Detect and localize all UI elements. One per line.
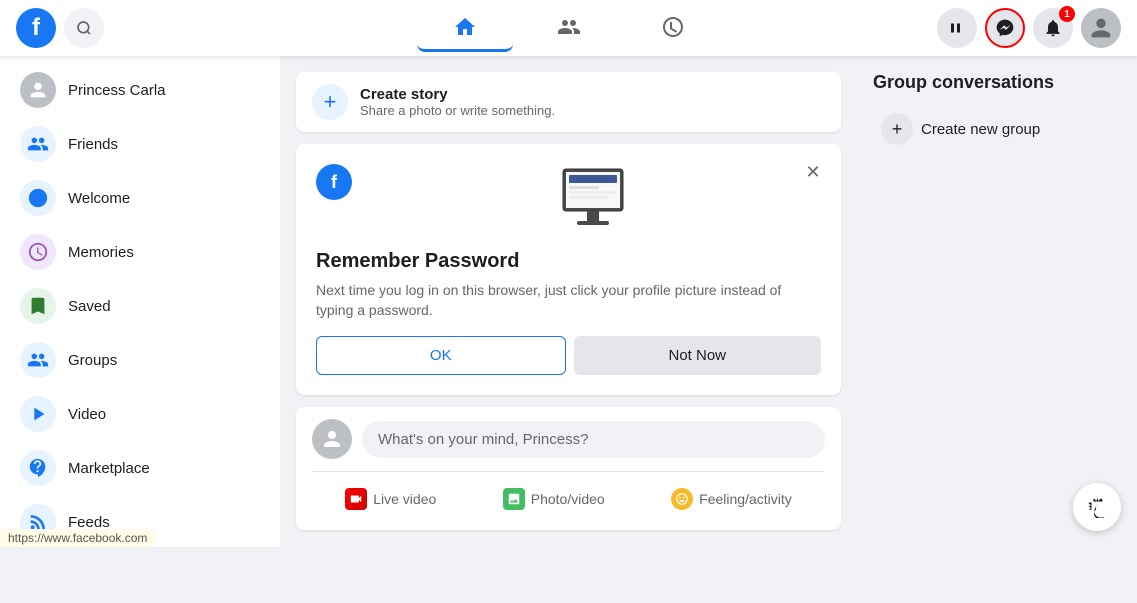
remember-password-buttons: OK Not Now: [316, 336, 821, 375]
video-icon: [20, 396, 56, 432]
feeling-activity-icon: [671, 488, 693, 510]
top-navigation: f 1: [0, 0, 1137, 56]
friends-icon: [20, 126, 56, 162]
pw-header: f: [316, 164, 821, 234]
grid-menu-button[interactable]: [937, 8, 977, 48]
marketplace-icon: [20, 450, 56, 486]
facebook-logo[interactable]: f: [16, 8, 56, 48]
main-layout: Princess Carla Friends Welcome Memories …: [0, 56, 1137, 547]
create-new-group-button[interactable]: + Create new group: [873, 105, 1121, 153]
live-video-button[interactable]: Live video: [333, 480, 448, 518]
sidebar-item-marketplace[interactable]: Marketplace: [8, 442, 272, 494]
group-conversations-title: Group conversations: [873, 72, 1121, 93]
user-avatar-icon: [20, 72, 56, 108]
sidebar-video-label: Video: [68, 406, 106, 423]
post-placeholder: What's on your mind, Princess?: [378, 431, 588, 448]
remember-password-title: Remember Password: [316, 250, 821, 273]
create-story-title: Create story: [360, 86, 555, 103]
live-video-icon: [345, 488, 367, 510]
messenger-button[interactable]: [985, 8, 1025, 48]
photo-video-icon: [503, 488, 525, 510]
sidebar-username: Princess Carla: [68, 82, 166, 99]
nav-tab-friends[interactable]: [521, 4, 617, 52]
live-video-label: Live video: [373, 491, 436, 507]
external-link-bar: https://www.facebook.com: [0, 529, 155, 547]
close-remember-password-button[interactable]: ✕: [797, 156, 829, 188]
create-story-subtitle: Share a photo or write something.: [360, 103, 555, 118]
sidebar-saved-label: Saved: [68, 298, 111, 315]
create-group-label: Create new group: [921, 121, 1040, 138]
feeling-activity-label: Feeling/activity: [699, 491, 792, 507]
nav-right: 1: [841, 8, 1121, 48]
sidebar-welcome-label: Welcome: [68, 190, 130, 207]
nav-left: f: [16, 8, 296, 48]
monitor-illustration: [553, 164, 633, 234]
plus-circle-icon: +: [881, 113, 913, 145]
remember-password-card: ✕ f: [296, 144, 841, 395]
nav-tab-watch[interactable]: [625, 4, 721, 52]
photo-video-label: Photo/video: [531, 491, 605, 507]
sidebar-feeds-label: Feeds: [68, 514, 110, 531]
sidebar: Princess Carla Friends Welcome Memories …: [0, 56, 280, 547]
sidebar-item-saved[interactable]: Saved: [8, 280, 272, 332]
create-story-text: Create story Share a photo or write some…: [360, 86, 555, 118]
welcome-icon: [20, 180, 56, 216]
memories-icon: [20, 234, 56, 270]
create-story-card[interactable]: + Create story Share a photo or write so…: [296, 72, 841, 132]
post-input[interactable]: What's on your mind, Princess?: [362, 421, 825, 458]
user-avatar-button[interactable]: [1081, 8, 1121, 48]
sidebar-item-welcome[interactable]: Welcome: [8, 172, 272, 224]
fb-logo-small: f: [316, 164, 352, 200]
nav-tab-home[interactable]: [417, 4, 513, 52]
ok-button[interactable]: OK: [316, 336, 566, 375]
post-actions: Live video Photo/video Feeling/activity: [312, 471, 825, 518]
share-fab-button[interactable]: [1073, 483, 1121, 531]
photo-video-button[interactable]: Photo/video: [491, 480, 617, 518]
post-box-card: What's on your mind, Princess? Live vide…: [296, 407, 841, 530]
sidebar-item-memories[interactable]: Memories: [8, 226, 272, 278]
sidebar-item-friends[interactable]: Friends: [8, 118, 272, 170]
notification-badge: 1: [1059, 6, 1075, 22]
sidebar-friends-label: Friends: [68, 136, 118, 153]
ext-link-text: https://www.facebook.com: [8, 531, 147, 545]
post-avatar: [312, 419, 352, 459]
remember-password-description: Next time you log in on this browser, ju…: [316, 281, 821, 320]
sidebar-groups-label: Groups: [68, 352, 117, 369]
sidebar-item-video[interactable]: Video: [8, 388, 272, 440]
nav-center: [296, 4, 841, 52]
saved-icon: [20, 288, 56, 324]
sidebar-item-groups[interactable]: Groups: [8, 334, 272, 386]
post-box-top: What's on your mind, Princess?: [312, 419, 825, 459]
not-now-button[interactable]: Not Now: [574, 336, 822, 375]
feeling-activity-button[interactable]: Feeling/activity: [659, 480, 804, 518]
notifications-button[interactable]: 1: [1033, 8, 1073, 48]
search-button[interactable]: [64, 8, 104, 48]
groups-icon: [20, 342, 56, 378]
story-plus-icon: +: [312, 84, 348, 120]
sidebar-item-user[interactable]: Princess Carla: [8, 64, 272, 116]
main-feed: + Create story Share a photo or write so…: [280, 56, 857, 547]
sidebar-memories-label: Memories: [68, 244, 134, 261]
sidebar-marketplace-label: Marketplace: [68, 460, 150, 477]
right-panel: Group conversations + Create new group: [857, 56, 1137, 547]
